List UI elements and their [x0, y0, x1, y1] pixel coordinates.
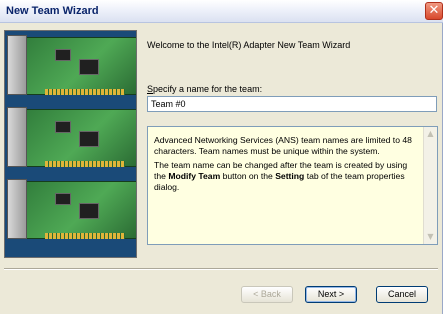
card-bracket [7, 107, 27, 167]
chip [79, 203, 99, 219]
wizard-window: New Team Wizard ✕ Welcome to the Intel(R… [0, 0, 443, 314]
info-p2-text-2: button on the [220, 171, 276, 181]
gold-contacts [45, 89, 125, 95]
wizard-banner-image [4, 30, 137, 258]
setting-bold: Setting [275, 171, 305, 181]
info-text-box[interactable]: Advanced Networking Services (ANS) team … [147, 126, 438, 245]
info-paragraph-1: Advanced Networking Services (ANS) team … [154, 135, 412, 156]
button-divider [4, 268, 438, 270]
welcome-text: Welcome to the Intel(R) Adapter New Team… [147, 40, 351, 50]
info-scrollbar[interactable]: ▲ ▼ [423, 127, 437, 244]
card-bracket [7, 179, 27, 239]
card-bracket [7, 35, 27, 95]
modify-team-bold: Modify Team [168, 171, 221, 181]
scroll-up-arrow-icon[interactable]: ▲ [424, 127, 437, 141]
chip [55, 121, 71, 133]
team-name-input[interactable] [147, 96, 437, 112]
next-button[interactable]: Next > [305, 286, 357, 303]
team-name-label-text: pecify a name for the team: [153, 84, 263, 94]
gold-contacts [45, 233, 125, 239]
info-text: Advanced Networking Services (ANS) team … [154, 135, 420, 196]
scroll-down-arrow-icon[interactable]: ▼ [424, 230, 437, 244]
network-card-image [17, 109, 136, 167]
chip [55, 49, 71, 61]
chip [79, 59, 99, 75]
chip [79, 131, 99, 147]
window-title: New Team Wizard [6, 5, 99, 17]
cancel-button[interactable]: Cancel [376, 286, 428, 303]
network-card-image [17, 37, 136, 95]
network-card-image [17, 181, 136, 239]
title-bar[interactable]: New Team Wizard ✕ [0, 0, 443, 23]
chip [55, 193, 71, 205]
info-paragraph-2: The team name can be changed after the t… [154, 160, 420, 193]
team-name-label: Specify a name for the team: [147, 84, 262, 94]
gold-contacts [45, 161, 125, 167]
close-button[interactable]: ✕ [425, 2, 443, 20]
back-button[interactable]: < Back [241, 286, 293, 303]
close-icon: ✕ [428, 3, 440, 18]
